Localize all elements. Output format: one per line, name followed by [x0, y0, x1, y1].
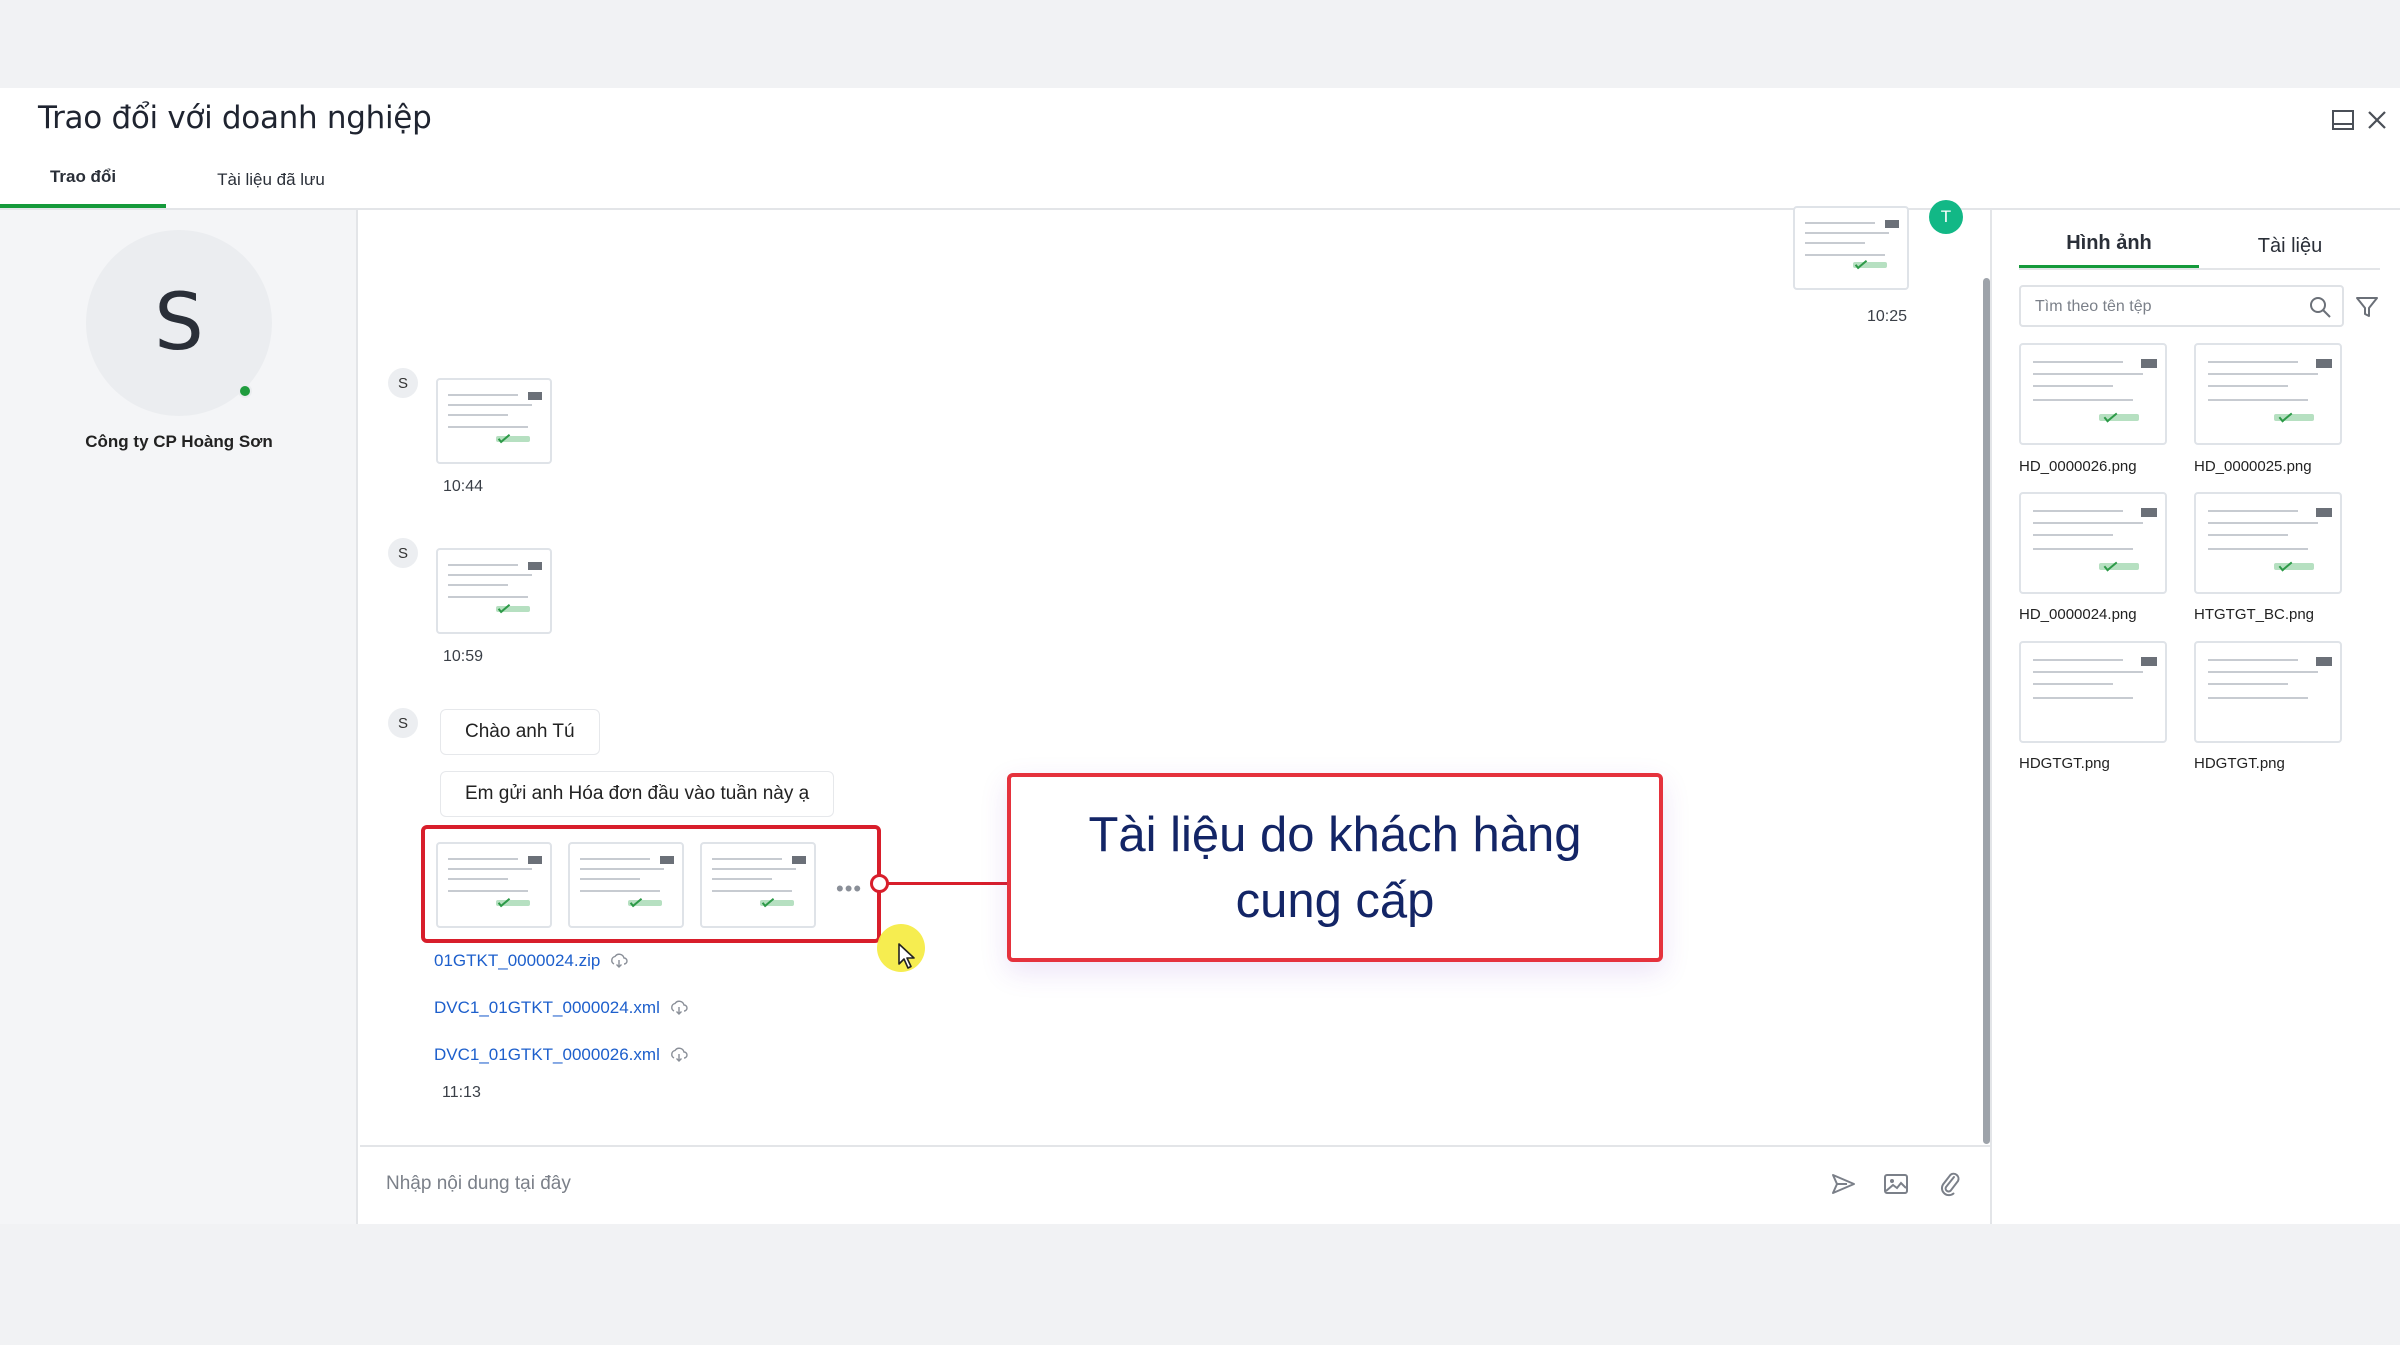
online-status-dot — [238, 384, 252, 398]
message-input[interactable]: Nhập nội dung tại đây — [386, 1173, 571, 1195]
minimize-icon[interactable] — [2330, 107, 2356, 133]
sent-image-thumbnail[interactable] — [1793, 206, 1909, 290]
file-link[interactable]: DVC1_01GTKT_0000026.xml — [434, 1045, 688, 1065]
callout-annotation: Tài liệu do khách hàng cung cấp — [1007, 773, 1663, 962]
image-thumbnail[interactable] — [436, 548, 552, 634]
image-thumbnail[interactable] — [436, 378, 552, 464]
close-icon[interactable] — [2364, 107, 2390, 133]
gallery-file-name: HDGTGT.png — [2019, 755, 2110, 772]
sender-avatar: S — [388, 368, 418, 398]
filter-icon[interactable] — [2354, 294, 2380, 320]
file-name: DVC1_01GTKT_0000026.xml — [434, 1045, 660, 1064]
tab-trao-doi[interactable]: Trao đổi — [0, 150, 166, 208]
callout-connector-dot — [870, 874, 889, 893]
message-time: 11:13 — [442, 1084, 481, 1101]
attach-icon[interactable] — [1936, 1170, 1964, 1198]
tab-hinh-anh[interactable]: Hình ảnh — [2019, 222, 2199, 270]
main-tabs: Trao đổi Tài liệu đã lưu — [0, 150, 2400, 210]
gallery-file-name: HDGTGT.png — [2194, 755, 2285, 772]
message-time: 10:25 — [1867, 308, 1908, 325]
image-icon[interactable] — [1882, 1170, 1910, 1198]
top-strip — [0, 0, 2400, 88]
gallery-file-name: HTGTGT_BC.png — [2194, 606, 2315, 623]
gallery-thumbnail[interactable] — [2194, 492, 2342, 594]
file-link[interactable]: 01GTKT_0000024.zip — [434, 951, 628, 971]
file-name: DVC1_01GTKT_0000024.xml — [434, 998, 660, 1017]
tab-divider — [2019, 268, 2380, 270]
gallery-thumbnail[interactable] — [2194, 641, 2342, 743]
file-name: 01GTKT_0000024.zip — [434, 951, 601, 970]
search-icon[interactable] — [2308, 295, 2332, 319]
message-time: 10:59 — [443, 648, 484, 665]
chat-scrollbar[interactable] — [1983, 278, 1990, 1144]
highlight-box — [421, 825, 881, 943]
mouse-cursor-icon — [898, 943, 915, 969]
callout-connector — [880, 882, 1008, 885]
gallery-file-name: HD_0000025.png — [2194, 458, 2312, 475]
gallery-thumbnail[interactable] — [2194, 343, 2342, 445]
message-composer — [360, 1145, 1990, 1224]
gallery-thumbnail[interactable] — [2019, 641, 2167, 743]
sender-avatar: S — [388, 538, 418, 568]
message-time: 10:44 — [443, 478, 484, 495]
contact-name: Công ty CP Hoàng Sơn — [85, 432, 273, 451]
message-bubble: Em gửi anh Hóa đơn đầu vào tuần này ạ — [440, 771, 835, 817]
file-search-input[interactable] — [2035, 295, 2285, 319]
cloud-download-icon[interactable] — [670, 1000, 688, 1016]
gallery-file-name: HD_0000026.png — [2019, 458, 2137, 475]
tab-tai-lieu-da-luu[interactable]: Tài liệu đã lưu — [200, 150, 342, 210]
window-title: Trao đổi với doanh nghiệp — [38, 100, 432, 136]
file-search-box — [2019, 285, 2344, 327]
send-icon[interactable] — [1829, 1170, 1857, 1198]
sender-avatar: S — [388, 708, 418, 738]
tab-tai-lieu[interactable]: Tài liệu — [2200, 222, 2380, 270]
file-link[interactable]: DVC1_01GTKT_0000024.xml — [434, 998, 688, 1018]
gallery-thumbnail[interactable] — [2019, 492, 2167, 594]
sender-avatar-badge: T — [1929, 200, 1963, 234]
cloud-download-icon[interactable] — [670, 1047, 688, 1063]
gallery-file-name: HD_0000024.png — [2019, 606, 2137, 623]
cloud-download-icon[interactable] — [610, 953, 628, 969]
message-bubble: Chào anh Tú — [440, 709, 600, 755]
gallery-thumbnail[interactable] — [2019, 343, 2167, 445]
